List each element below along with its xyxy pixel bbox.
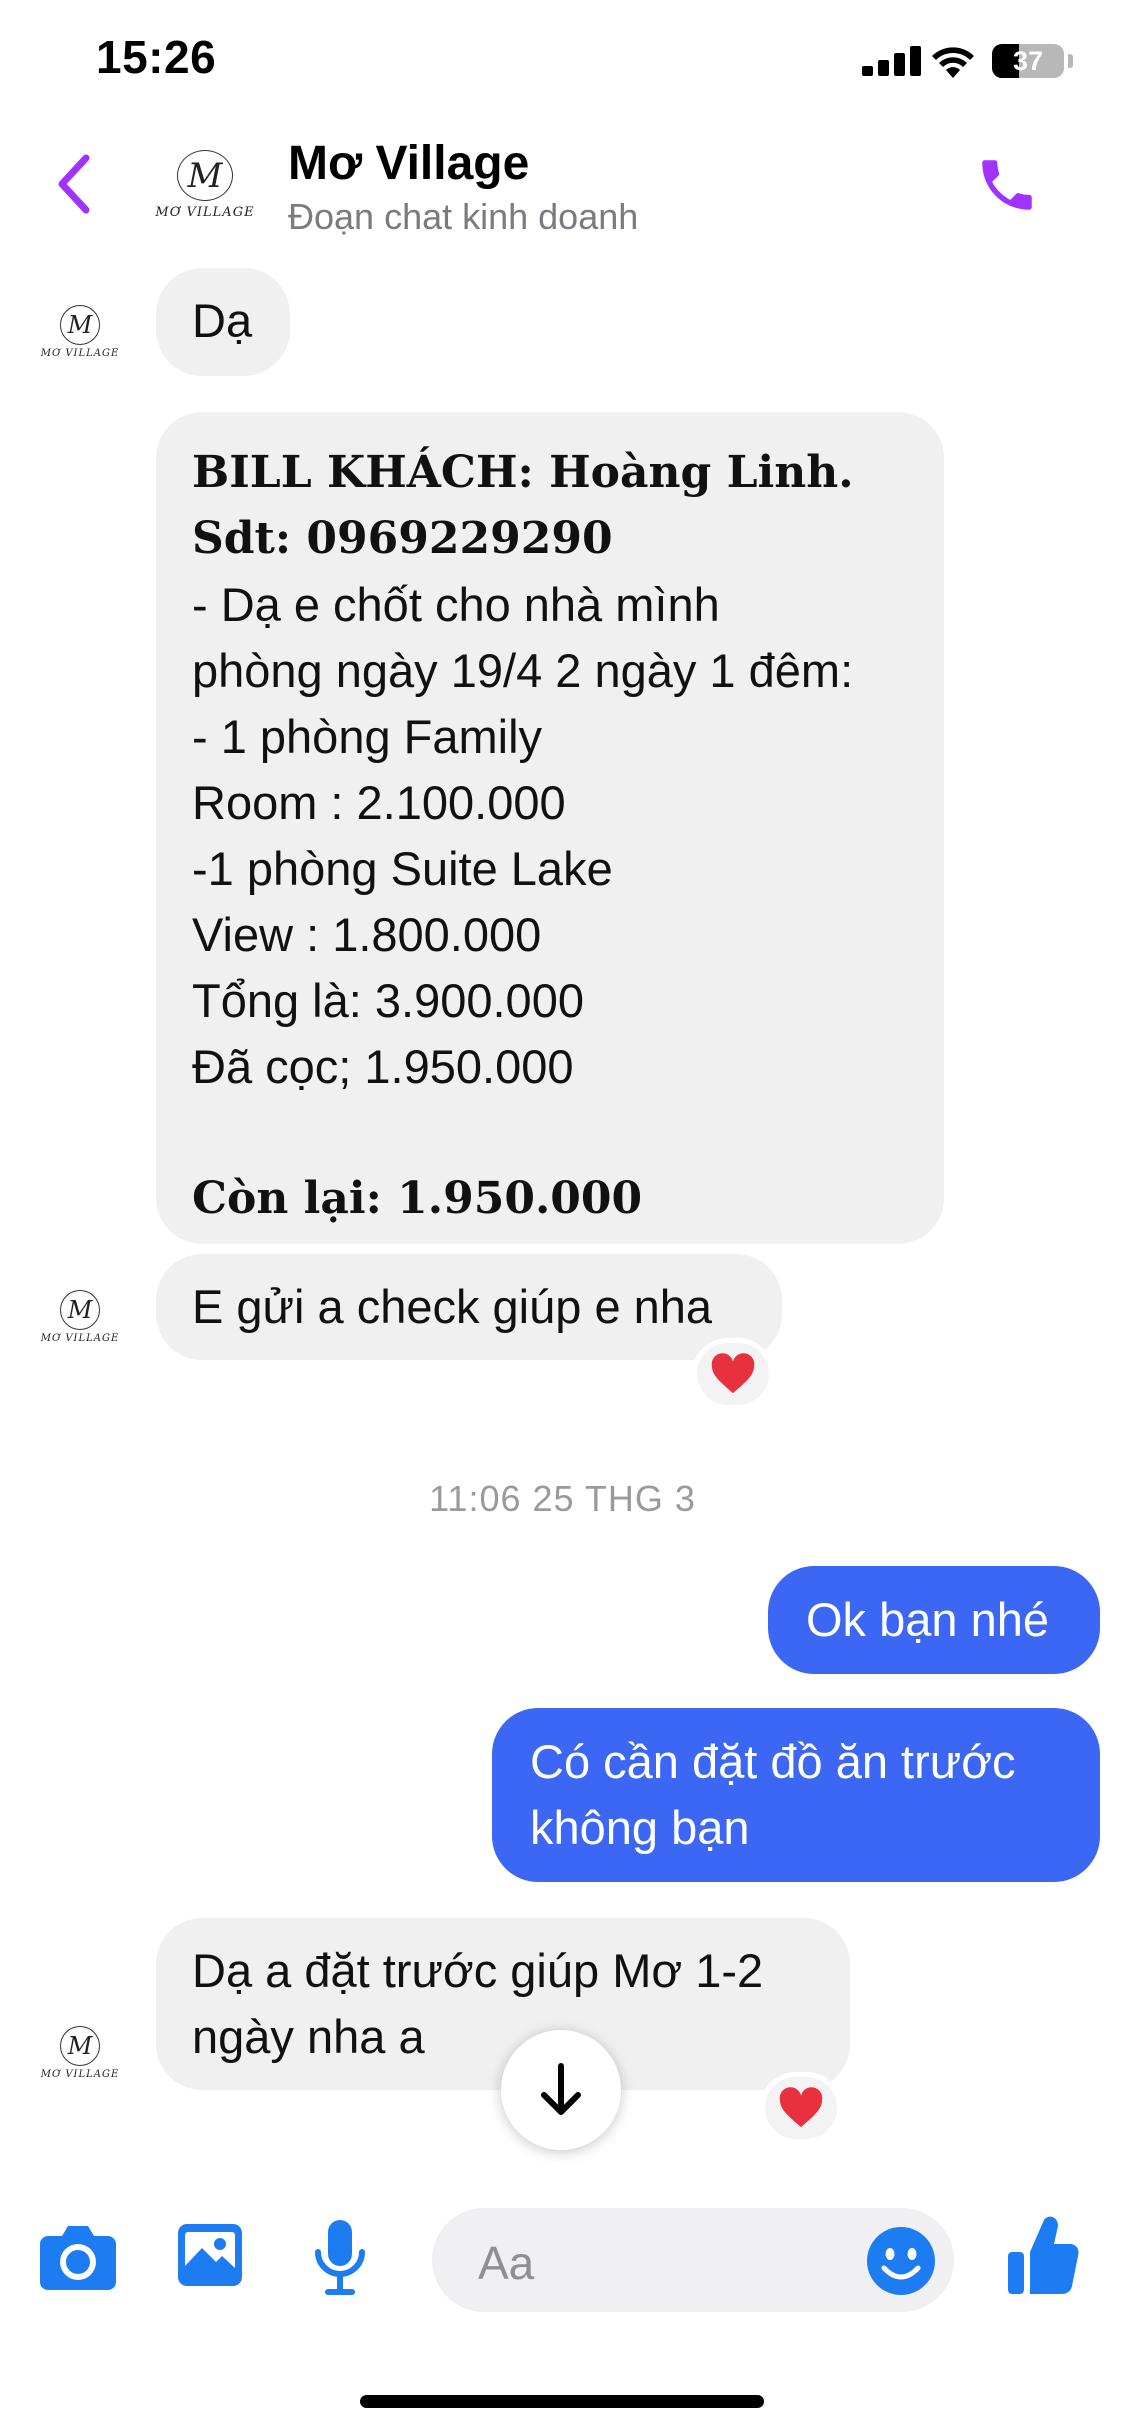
bill-remaining: Còn lại: 1.950.000	[192, 1173, 643, 1224]
bill-line: - Dạ e chốt cho nhà mình	[192, 578, 720, 631]
battery-cap	[1068, 54, 1073, 68]
heart-icon	[711, 1353, 755, 1394]
message-text: Dạ a đặt trước giúp Mơ 1-2	[192, 1944, 764, 1997]
message-bubble[interactable]: Dạ a đặt trước giúp Mơ 1-2 ngày nha a	[156, 1918, 850, 2090]
bill-line: -1 phòng Suite Lake	[192, 842, 613, 895]
logo-wordmark: MƠ VILLAGE	[155, 205, 255, 220]
chat-title[interactable]: Mơ Village	[288, 136, 529, 191]
message-input-placeholder: Aa	[478, 2237, 535, 2289]
microphone-icon[interactable]	[310, 2218, 370, 2296]
message-text: Ok bạn nhé	[806, 1593, 1050, 1646]
battery-level: 37	[1012, 45, 1044, 76]
cellular-signal-icon	[862, 46, 924, 76]
sender-avatar: M MƠ VILLAGE	[40, 305, 120, 365]
bill-phone: Sdt: 0969229290	[192, 513, 613, 564]
phone-icon[interactable]	[974, 152, 1040, 218]
message-text: Dạ	[192, 294, 253, 347]
bill-customer: BILL KHÁCH: Hoàng Linh.	[192, 447, 854, 498]
bill-line: - 1 phòng Family	[192, 710, 543, 763]
timestamp-divider: 11:06 25 THG 3	[429, 1478, 696, 1519]
home-indicator	[360, 2395, 764, 2408]
photo-icon[interactable]	[176, 2222, 244, 2288]
header-avatar[interactable]: M MƠ VILLAGE	[150, 150, 260, 220]
bill-line: phòng ngày 19/4 2 ngày 1 đêm:	[192, 644, 854, 697]
message-text: ngày nha a	[192, 2010, 425, 2063]
message-bubble-sent[interactable]: Có cần đặt đồ ăn trước không bạn	[492, 1708, 1100, 1882]
sender-avatar: M MƠ VILLAGE	[40, 1290, 120, 1350]
logo-monogram: M	[187, 155, 223, 196]
arrow-down-icon	[541, 2063, 581, 2115]
bill-line: Đã cọc; 1.950.000	[192, 1040, 574, 1093]
heart-reaction[interactable]	[760, 2072, 842, 2144]
bill-line: Tổng là: 3.900.000	[192, 974, 584, 1027]
message-text: không bạn	[530, 1801, 750, 1854]
message-bubble-sent[interactable]: Ok bạn nhé	[768, 1566, 1100, 1674]
message-text: E gửi a check giúp e nha	[192, 1280, 713, 1333]
camera-icon[interactable]	[38, 2222, 118, 2290]
back-chevron-icon[interactable]	[54, 152, 94, 216]
bill-line: View : 1.800.000	[192, 908, 542, 961]
emoji-icon[interactable]	[866, 2226, 936, 2296]
battery-icon: 37	[992, 44, 1064, 78]
message-bubble[interactable]: E gửi a check giúp e nha	[156, 1254, 782, 1360]
heart-reaction[interactable]	[692, 1338, 774, 1410]
scroll-to-bottom-button[interactable]	[501, 2030, 621, 2150]
sender-avatar: M MƠ VILLAGE	[40, 2026, 120, 2086]
heart-icon	[779, 2087, 823, 2128]
message-text: Có cần đặt đồ ăn trước	[530, 1735, 1016, 1788]
wifi-icon	[932, 47, 974, 78]
message-bubble-bill[interactable]: BILL KHÁCH: Hoàng Linh. Sdt: 0969229290 …	[156, 412, 944, 1244]
bill-line: Room : 2.100.000	[192, 776, 566, 829]
message-bubble[interactable]: Dạ	[156, 268, 290, 376]
thumbs-up-icon[interactable]	[1006, 2214, 1080, 2296]
status-time: 15:26	[96, 31, 217, 83]
chat-subtitle: Đoạn chat kinh doanh	[288, 196, 639, 237]
